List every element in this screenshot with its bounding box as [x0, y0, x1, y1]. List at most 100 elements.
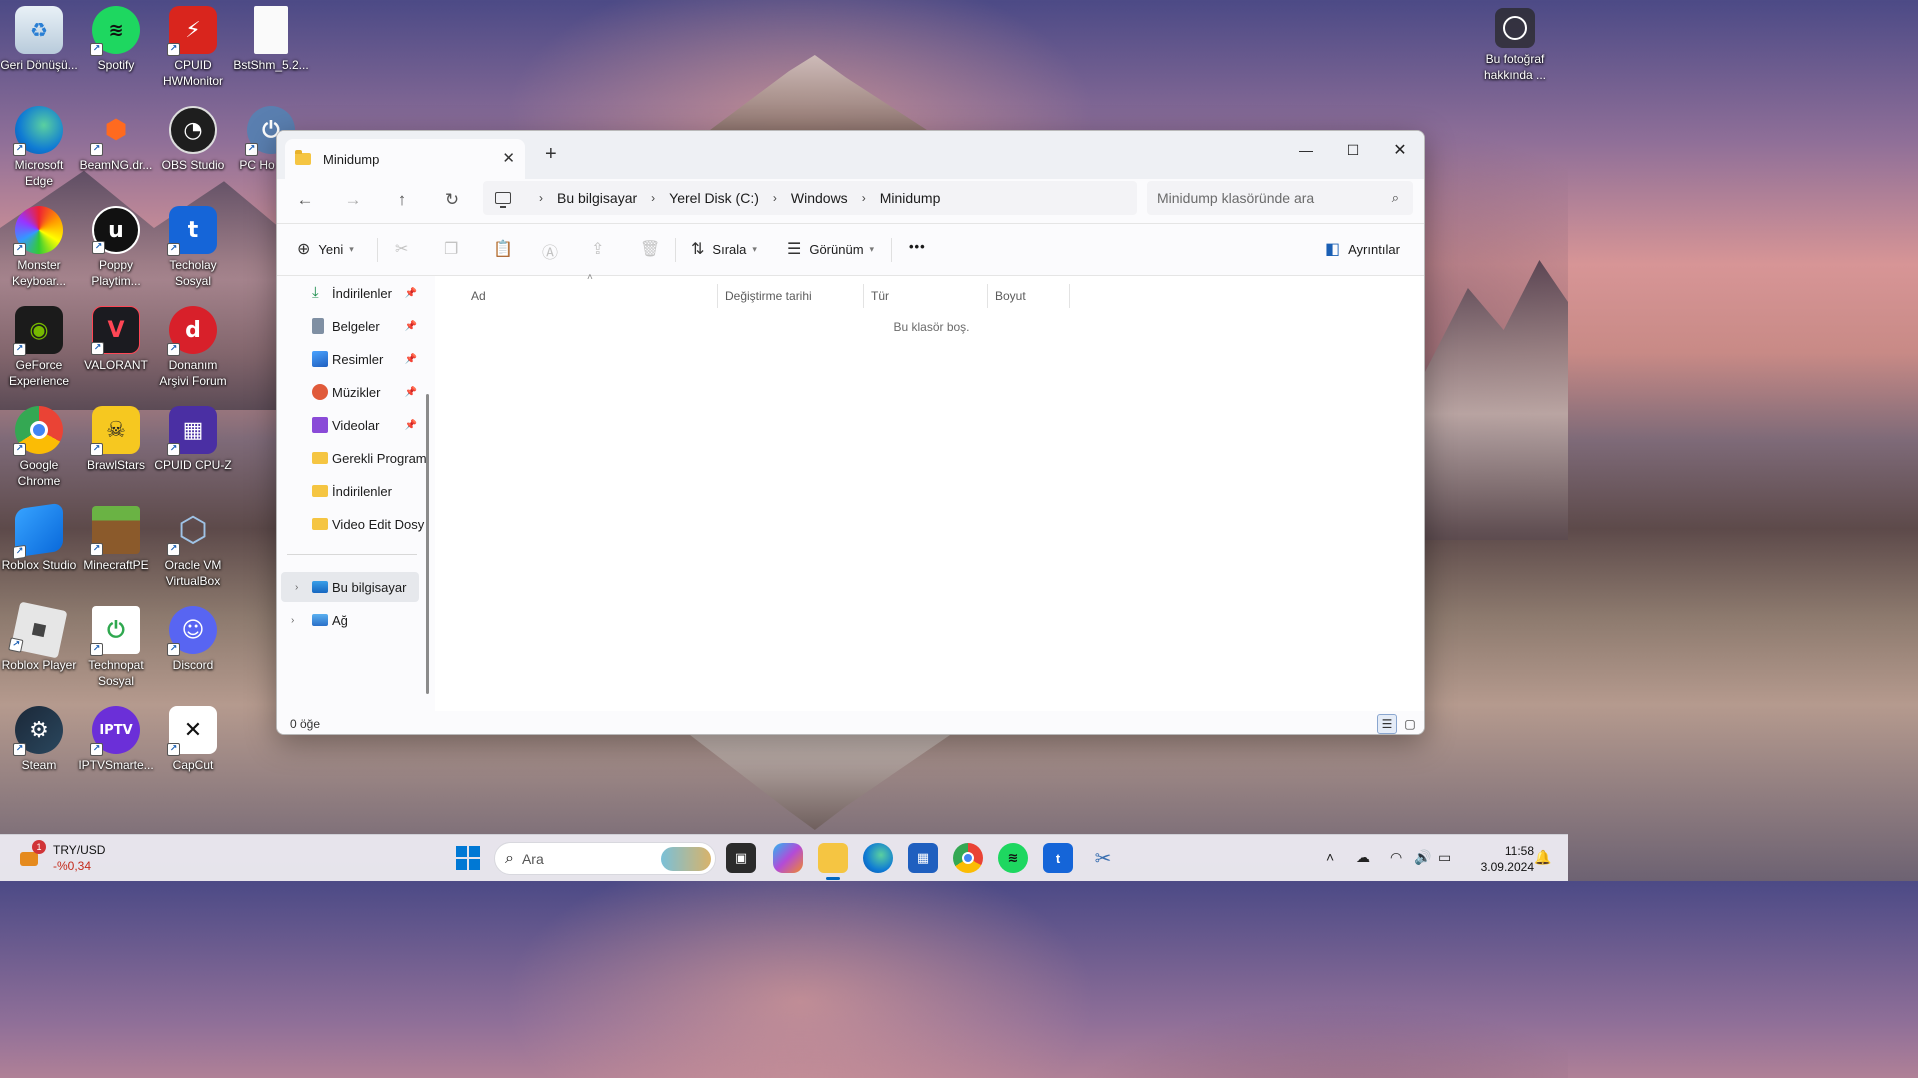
notification-bell-icon[interactable]: 🔔: [1534, 849, 1551, 866]
rename-button[interactable]: Ⓐ: [542, 239, 566, 263]
desktop-icon-monster-keyboard[interactable]: ↗ Monster Keyboar...: [0, 206, 78, 289]
sidebar-item-videos[interactable]: Videolar 📌: [277, 410, 419, 440]
column-header-modified[interactable]: Değiştirme tarihi: [717, 284, 863, 308]
more-options-button[interactable]: •••: [909, 239, 926, 254]
share-button[interactable]: ⇪: [591, 239, 612, 259]
desktop-icon-cpuz[interactable]: ▦ ↗ CPUID CPU-Z: [154, 406, 232, 473]
clock[interactable]: 11:58 3.09.2024: [1464, 843, 1534, 875]
desktop-icon-edge[interactable]: ↗ Microsoft Edge: [0, 106, 78, 189]
search-placeholder: Minidump klasöründe ara: [1157, 190, 1315, 206]
sidebar-item-pictures[interactable]: Resimler 📌: [277, 344, 419, 374]
desktop-icon-poppy[interactable]: u ↗ Poppy Playtim...: [77, 206, 155, 289]
tab-minidump[interactable]: Minidump ✕: [285, 139, 525, 179]
file-explorer-taskbar-button[interactable]: [818, 843, 848, 873]
wifi-icon[interactable]: ◠: [1390, 849, 1402, 866]
copy-button[interactable]: ❐: [444, 239, 466, 259]
search-input[interactable]: Minidump klasöründe ara ⌕: [1147, 181, 1413, 215]
camera-icon: [1495, 8, 1535, 48]
desktop-icon-discord[interactable]: ☺ ↗ Discord: [154, 606, 232, 673]
maximize-button[interactable]: ☐: [1330, 135, 1376, 165]
desktop-about-photo[interactable]: Bu fotoğraf hakkında ...: [1475, 8, 1555, 83]
show-hidden-icons-button[interactable]: ˄: [1326, 849, 1334, 865]
desktop-icon-capcut[interactable]: ✕ ↗ CapCut: [154, 706, 232, 773]
desktop-icon-spotify[interactable]: ≋ ↗ Spotify: [77, 6, 155, 73]
up-button[interactable]: ↑: [387, 185, 417, 215]
start-button[interactable]: [453, 843, 483, 873]
minimize-button[interactable]: —: [1283, 135, 1329, 165]
desktop-icon-beamng[interactable]: ⬢ ↗ BeamNG.dr...: [77, 106, 155, 173]
sort-button[interactable]: ⇅ Sırala ▾: [691, 239, 757, 259]
breadcrumb-windows[interactable]: Windows: [791, 190, 848, 206]
battery-icon[interactable]: ▭: [1438, 849, 1451, 866]
desktop-icon-technopat[interactable]: ⏻ ↗ Technopat Sosyal: [77, 606, 155, 689]
tiles-view-button[interactable]: ▢: [1400, 714, 1420, 734]
sidebar-item-this-pc[interactable]: › Bu bilgisayar: [281, 572, 419, 602]
view-button[interactable]: ☰ Görünüm ▾: [787, 239, 874, 259]
desktop-icon-valorant[interactable]: V ↗ VALORANT: [77, 306, 155, 373]
sidebar-item-network[interactable]: › Ağ: [277, 605, 419, 635]
desktop-icon-techolay[interactable]: t ↗ Techolay Sosyal: [154, 206, 232, 289]
close-tab-icon[interactable]: ✕: [502, 149, 515, 167]
refresh-button[interactable]: ↻: [437, 185, 467, 215]
details-pane-button[interactable]: ◧ Ayrıntılar: [1325, 239, 1400, 259]
desktop-icon-recycle-bin[interactable]: ♻ Geri Dönüşü...: [0, 6, 78, 73]
chrome-taskbar-button[interactable]: [953, 843, 983, 873]
delete-button[interactable]: 🗑: [640, 239, 668, 259]
volume-icon[interactable]: 🔊: [1414, 849, 1431, 866]
discord-icon: ☺ ↗: [167, 606, 217, 656]
cut-button[interactable]: ✂: [395, 239, 416, 259]
paste-icon: 📋: [493, 241, 513, 258]
pin-icon: 📌: [404, 419, 417, 431]
address-bar[interactable]: › Bu bilgisayar › Yerel Disk (C:) › Wind…: [483, 181, 1137, 215]
desktop-icon-hwmonitor[interactable]: ⚡ ↗ CPUID HWMonitor: [154, 6, 232, 89]
desktop-icon-brawlstars[interactable]: ☠ ↗ BrawlStars: [77, 406, 155, 473]
breadcrumb-local-disk[interactable]: Yerel Disk (C:): [669, 190, 759, 206]
spotify-taskbar-button[interactable]: ≋: [998, 843, 1028, 873]
sort-icon: ⇅: [691, 241, 705, 258]
desktop-icon-obs[interactable]: ◔ OBS Studio: [154, 106, 232, 173]
copilot-button[interactable]: [773, 843, 803, 873]
desktop-icon-geforce[interactable]: ◉ ↗ GeForce Experience: [0, 306, 78, 389]
onedrive-icon[interactable]: ☁: [1356, 849, 1370, 866]
task-view-button[interactable]: ▣: [726, 843, 756, 873]
close-window-button[interactable]: ✕: [1377, 135, 1423, 165]
breadcrumb-this-pc[interactable]: Bu bilgisayar: [557, 190, 637, 206]
currency-widget[interactable]: 1 TRY/USD -%0,34: [20, 840, 105, 874]
desktop-icon-chrome[interactable]: ↗ Google Chrome: [0, 406, 78, 489]
back-button[interactable]: ←: [290, 185, 320, 215]
desktop-icon-roblox-studio[interactable]: ↗ Roblox Studio: [0, 502, 78, 573]
sidebar-item-downloads-folder[interactable]: İndirilenler: [277, 476, 419, 506]
forward-button[interactable]: →: [338, 185, 368, 215]
sidebar-item-gerekli-program[interactable]: Gerekli Program: [277, 443, 427, 473]
desktop-icon-iptv[interactable]: IPTV ↗ IPTVSmarte...: [77, 706, 155, 773]
sidebar-item-downloads[interactable]: ⤓ İndirilenler 📌: [277, 278, 419, 308]
paste-button[interactable]: 📋: [493, 239, 521, 259]
desktop-icon-steam[interactable]: ⚙ ↗ Steam: [0, 706, 78, 773]
breadcrumb-minidump[interactable]: Minidump: [880, 190, 941, 206]
new-button[interactable]: ⊕ Yeni ▾: [297, 239, 354, 259]
sidebar-scrollbar[interactable]: [426, 394, 429, 694]
column-header-type[interactable]: Tür: [863, 284, 987, 308]
desktop-icon-bstshm[interactable]: BstShm_5.2...: [232, 6, 310, 73]
desktop-icon-minecraft[interactable]: ↗ MinecraftPE: [77, 506, 155, 573]
column-header-name[interactable]: Ad: [463, 284, 717, 308]
chevron-down-icon: ▾: [752, 243, 757, 254]
column-header-size[interactable]: Boyut: [987, 284, 1069, 308]
taskbar-search[interactable]: ⌕ Ara: [494, 842, 716, 875]
brawlstars-icon: ☠ ↗: [90, 406, 140, 456]
snipping-tool-taskbar-button[interactable]: ✂: [1088, 843, 1118, 873]
store-taskbar-button[interactable]: ▦: [908, 843, 938, 873]
new-tab-button[interactable]: +: [545, 143, 557, 166]
sidebar-item-documents[interactable]: Belgeler 📌: [277, 311, 419, 341]
sidebar-item-video-edit[interactable]: Video Edit Dosy: [277, 509, 427, 539]
techolay-taskbar-button[interactable]: t: [1043, 843, 1073, 873]
obs-icon: ◔: [169, 106, 217, 154]
edge-taskbar-button[interactable]: [863, 843, 893, 873]
divider: [675, 238, 676, 262]
desktop-icon-virtualbox[interactable]: ⬡ ↗ Oracle VM VirtualBox: [154, 506, 232, 589]
divider: [377, 238, 378, 262]
desktop-icon-donanim[interactable]: d ↗ Donanım Arşivi Forum: [154, 306, 232, 389]
desktop-icon-roblox[interactable]: ↗ Roblox Player: [0, 601, 78, 673]
sidebar-item-music[interactable]: Müzikler 📌: [277, 377, 419, 407]
details-view-button[interactable]: ☰: [1377, 714, 1397, 734]
